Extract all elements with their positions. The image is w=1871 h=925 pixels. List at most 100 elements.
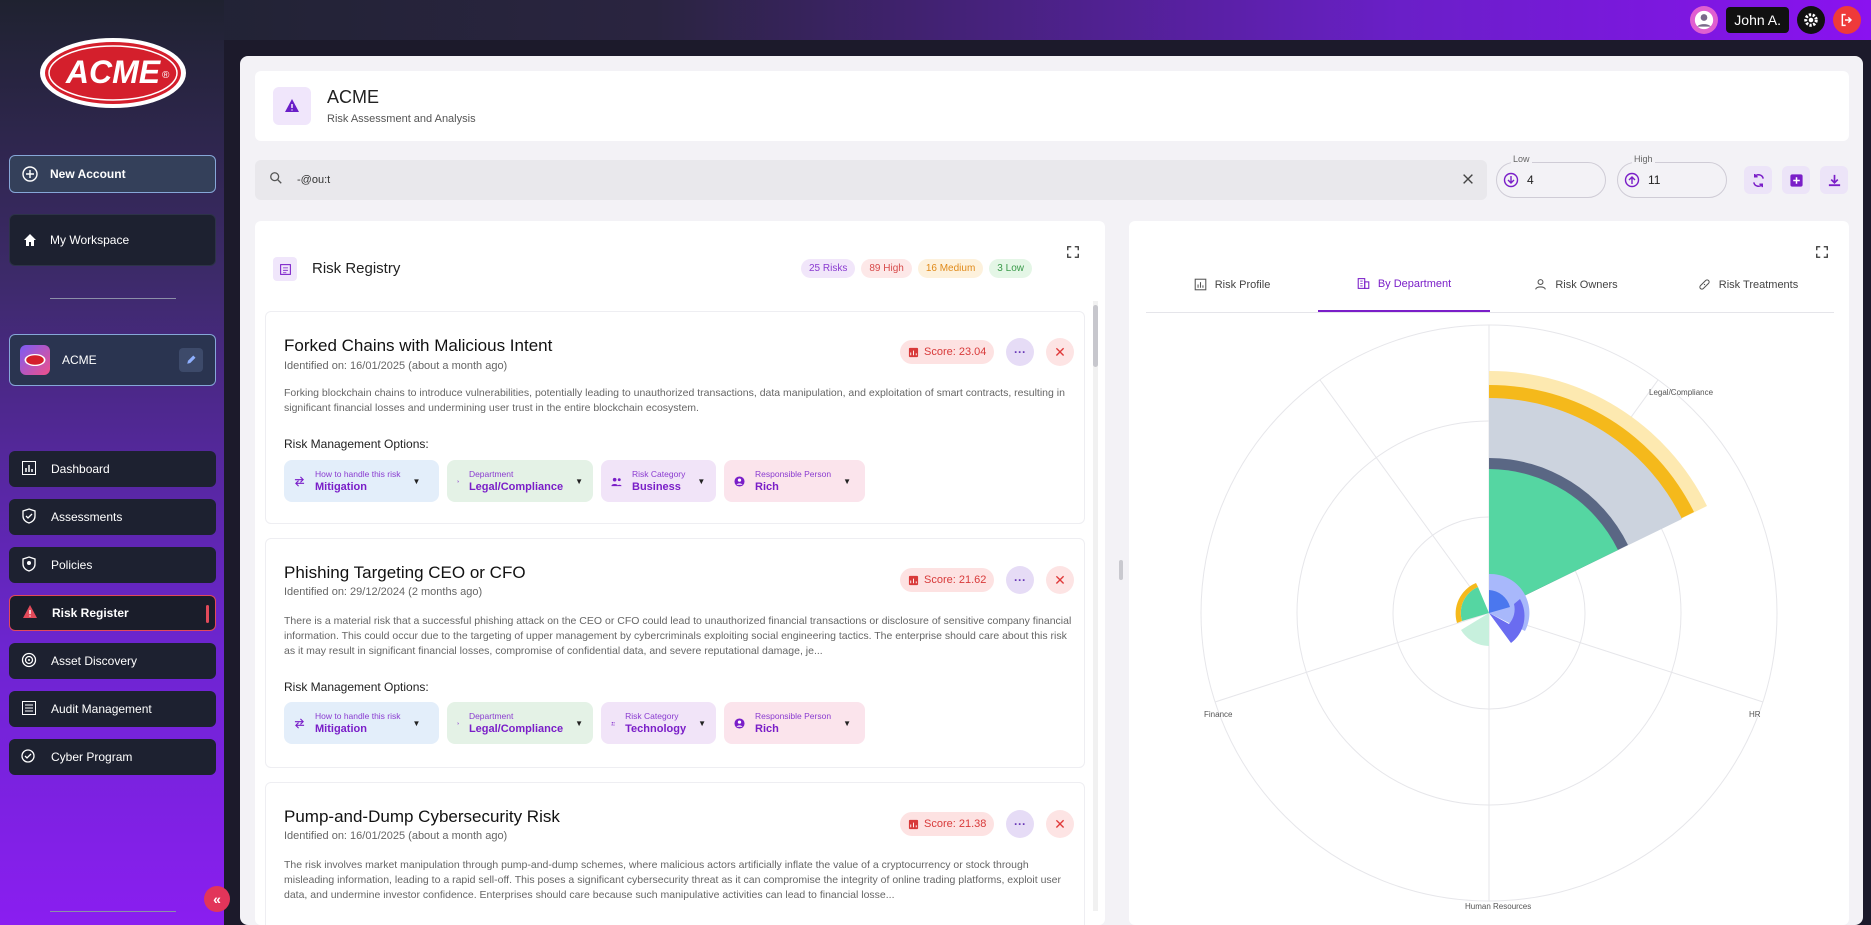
chart-icon xyxy=(1194,278,1206,291)
page-title: ACME xyxy=(327,87,380,107)
risk-title: Phishing Targeting CEO or CFO xyxy=(284,563,526,582)
grid-spoke xyxy=(1488,612,1764,703)
medium-count-badge[interactable]: 16 Medium xyxy=(917,259,984,278)
chip-value: Mitigation xyxy=(315,723,367,735)
nav-audit-management[interactable]: Audit Management xyxy=(9,691,216,727)
score-badge: Score: 21.62 xyxy=(900,568,995,592)
risk-card[interactable]: Forked Chains with Malicious Intent Iden… xyxy=(265,311,1085,524)
scrollbar-track[interactable] xyxy=(1093,301,1098,911)
risk-options-chips: How to handle this risk Mitigation ▼ Depa… xyxy=(284,702,865,744)
category-select[interactable]: Risk Category Technology ▼ xyxy=(601,702,716,744)
download-button[interactable] xyxy=(1820,166,1848,194)
new-account-button[interactable]: New Account xyxy=(9,155,216,193)
building-icon xyxy=(457,480,459,482)
low-count-badge[interactable]: 3 Low xyxy=(989,259,1032,278)
nav-label: Dashboard xyxy=(51,462,110,476)
department-select[interactable]: Department Legal/Compliance ▼ xyxy=(447,460,593,502)
nav-policies[interactable]: Policies xyxy=(9,547,216,583)
risk-card[interactable]: Phishing Targeting CEO or CFO Identified… xyxy=(265,538,1085,768)
options-heading: Risk Management Options: xyxy=(284,680,429,694)
swap-icon xyxy=(294,476,305,486)
chip-label: Responsible Person xyxy=(755,711,832,721)
panel-resize-handle[interactable] xyxy=(1119,560,1123,580)
add-risk-button[interactable] xyxy=(1782,166,1810,194)
arrow-down-circle-icon xyxy=(1503,172,1519,188)
more-options-button[interactable]: ··· xyxy=(1006,566,1034,594)
score-value: Score: 21.38 xyxy=(924,818,987,830)
person-icon xyxy=(1535,279,1547,290)
responsible-person-select[interactable]: Responsible Person Rich ▼ xyxy=(724,702,865,744)
tab-risk-profile[interactable]: Risk Profile xyxy=(1146,257,1318,312)
score-value: Score: 23.04 xyxy=(924,346,987,358)
gear-icon[interactable] xyxy=(1797,6,1825,34)
chip-value: Legal/Compliance xyxy=(468,481,564,493)
nav-assessments[interactable]: Assessments xyxy=(9,499,216,535)
high-label: High xyxy=(1632,154,1655,164)
nav-risk-register[interactable]: Risk Register xyxy=(9,595,216,631)
nav-dashboard[interactable]: Dashboard xyxy=(9,451,216,487)
radar-icon xyxy=(21,652,37,671)
risks-count-badge[interactable]: 25 Risks xyxy=(801,259,856,278)
swap-icon xyxy=(294,718,305,728)
options-heading: Risk Management Options: xyxy=(284,437,429,451)
high-value: 11 xyxy=(1648,173,1661,187)
score-badge: Score: 23.04 xyxy=(900,340,995,364)
department-select[interactable]: Department Legal/Compliance ▼ xyxy=(447,702,593,744)
chip-label: Department xyxy=(468,469,514,479)
dismiss-risk-button[interactable]: ✕ xyxy=(1046,338,1074,366)
tab-risk-treatments[interactable]: Risk Treatments xyxy=(1662,257,1834,312)
refresh-icon xyxy=(1752,173,1764,187)
chip-value: Technology xyxy=(625,723,687,735)
download-icon xyxy=(1828,174,1840,186)
svg-text:ACME: ACME xyxy=(65,54,162,90)
risk-date: Identified on: 29/12/2024 (2 months ago) xyxy=(284,586,483,598)
chip-label: Risk Category xyxy=(625,711,679,721)
search-icon xyxy=(269,171,283,190)
chip-label: How to handle this risk xyxy=(315,711,401,721)
risk-card[interactable]: Pump-and-Dump Cybersecurity Risk Identif… xyxy=(265,782,1085,925)
responsible-person-select[interactable]: Responsible Person Rich ▼ xyxy=(724,460,865,502)
pencil-icon[interactable] xyxy=(179,348,203,372)
org-card[interactable]: ACME xyxy=(9,334,216,386)
more-options-button[interactable]: ··· xyxy=(1006,338,1034,366)
check-gear-icon xyxy=(21,748,37,767)
search-input[interactable] xyxy=(297,174,1397,186)
logout-icon[interactable] xyxy=(1833,6,1861,34)
more-options-button[interactable]: ··· xyxy=(1006,810,1034,838)
collapse-sidebar-button[interactable]: « xyxy=(204,886,230,912)
list-icon xyxy=(273,257,297,281)
nav-asset-discovery[interactable]: Asset Discovery xyxy=(9,643,216,679)
user-controls: John A. xyxy=(1690,6,1861,34)
department-polar-chart: Legal/Compliance HR Human Resources Fina… xyxy=(1200,324,1778,911)
tab-label: By Department xyxy=(1377,277,1452,290)
high-count-badge[interactable]: 89 High xyxy=(861,259,912,278)
tab-by-department[interactable]: By Department xyxy=(1318,257,1490,312)
nav-label: Policies xyxy=(51,558,93,572)
radar-sectors xyxy=(1455,370,1707,646)
fullscreen-icon[interactable] xyxy=(1066,245,1080,264)
nav-cyber-program[interactable]: Cyber Program xyxy=(9,739,216,775)
risk-date: Identified on: 16/01/2025 (about a month… xyxy=(284,830,508,842)
risk-options-chips: How to handle this risk Mitigation ▼ Depa… xyxy=(284,460,865,502)
dismiss-risk-button[interactable]: ✕ xyxy=(1046,566,1074,594)
user-name[interactable]: John A. xyxy=(1726,7,1789,33)
my-workspace-button[interactable]: My Workspace xyxy=(9,214,216,266)
user-circle-icon[interactable] xyxy=(1690,6,1719,34)
handle-risk-select[interactable]: How to handle this risk Mitigation ▼ xyxy=(284,460,439,502)
category-select[interactable]: Risk Category Business ▼ xyxy=(601,460,716,502)
clear-search-icon[interactable] xyxy=(1461,172,1475,191)
scrollbar-thumb[interactable] xyxy=(1093,305,1098,367)
low-threshold-field[interactable]: Low 4 xyxy=(1496,154,1606,198)
dismiss-risk-button[interactable]: ✕ xyxy=(1046,810,1074,838)
tab-risk-owners[interactable]: Risk Owners xyxy=(1490,257,1662,312)
chip-value: Business xyxy=(632,481,681,493)
axis-label: Finance xyxy=(1204,710,1233,719)
low-value: 4 xyxy=(1527,173,1534,187)
dropdown-icon: ▼ xyxy=(412,718,421,728)
risk-description: There is a material risk that a successf… xyxy=(284,615,1072,657)
refresh-button[interactable] xyxy=(1744,166,1772,194)
handle-risk-select[interactable]: How to handle this risk Mitigation ▼ xyxy=(284,702,439,744)
grid-spoke xyxy=(1214,612,1490,703)
sidebar: ACME ® New Account My Workspace ACME Das… xyxy=(0,0,224,925)
high-threshold-field[interactable]: High 11 xyxy=(1617,154,1727,198)
